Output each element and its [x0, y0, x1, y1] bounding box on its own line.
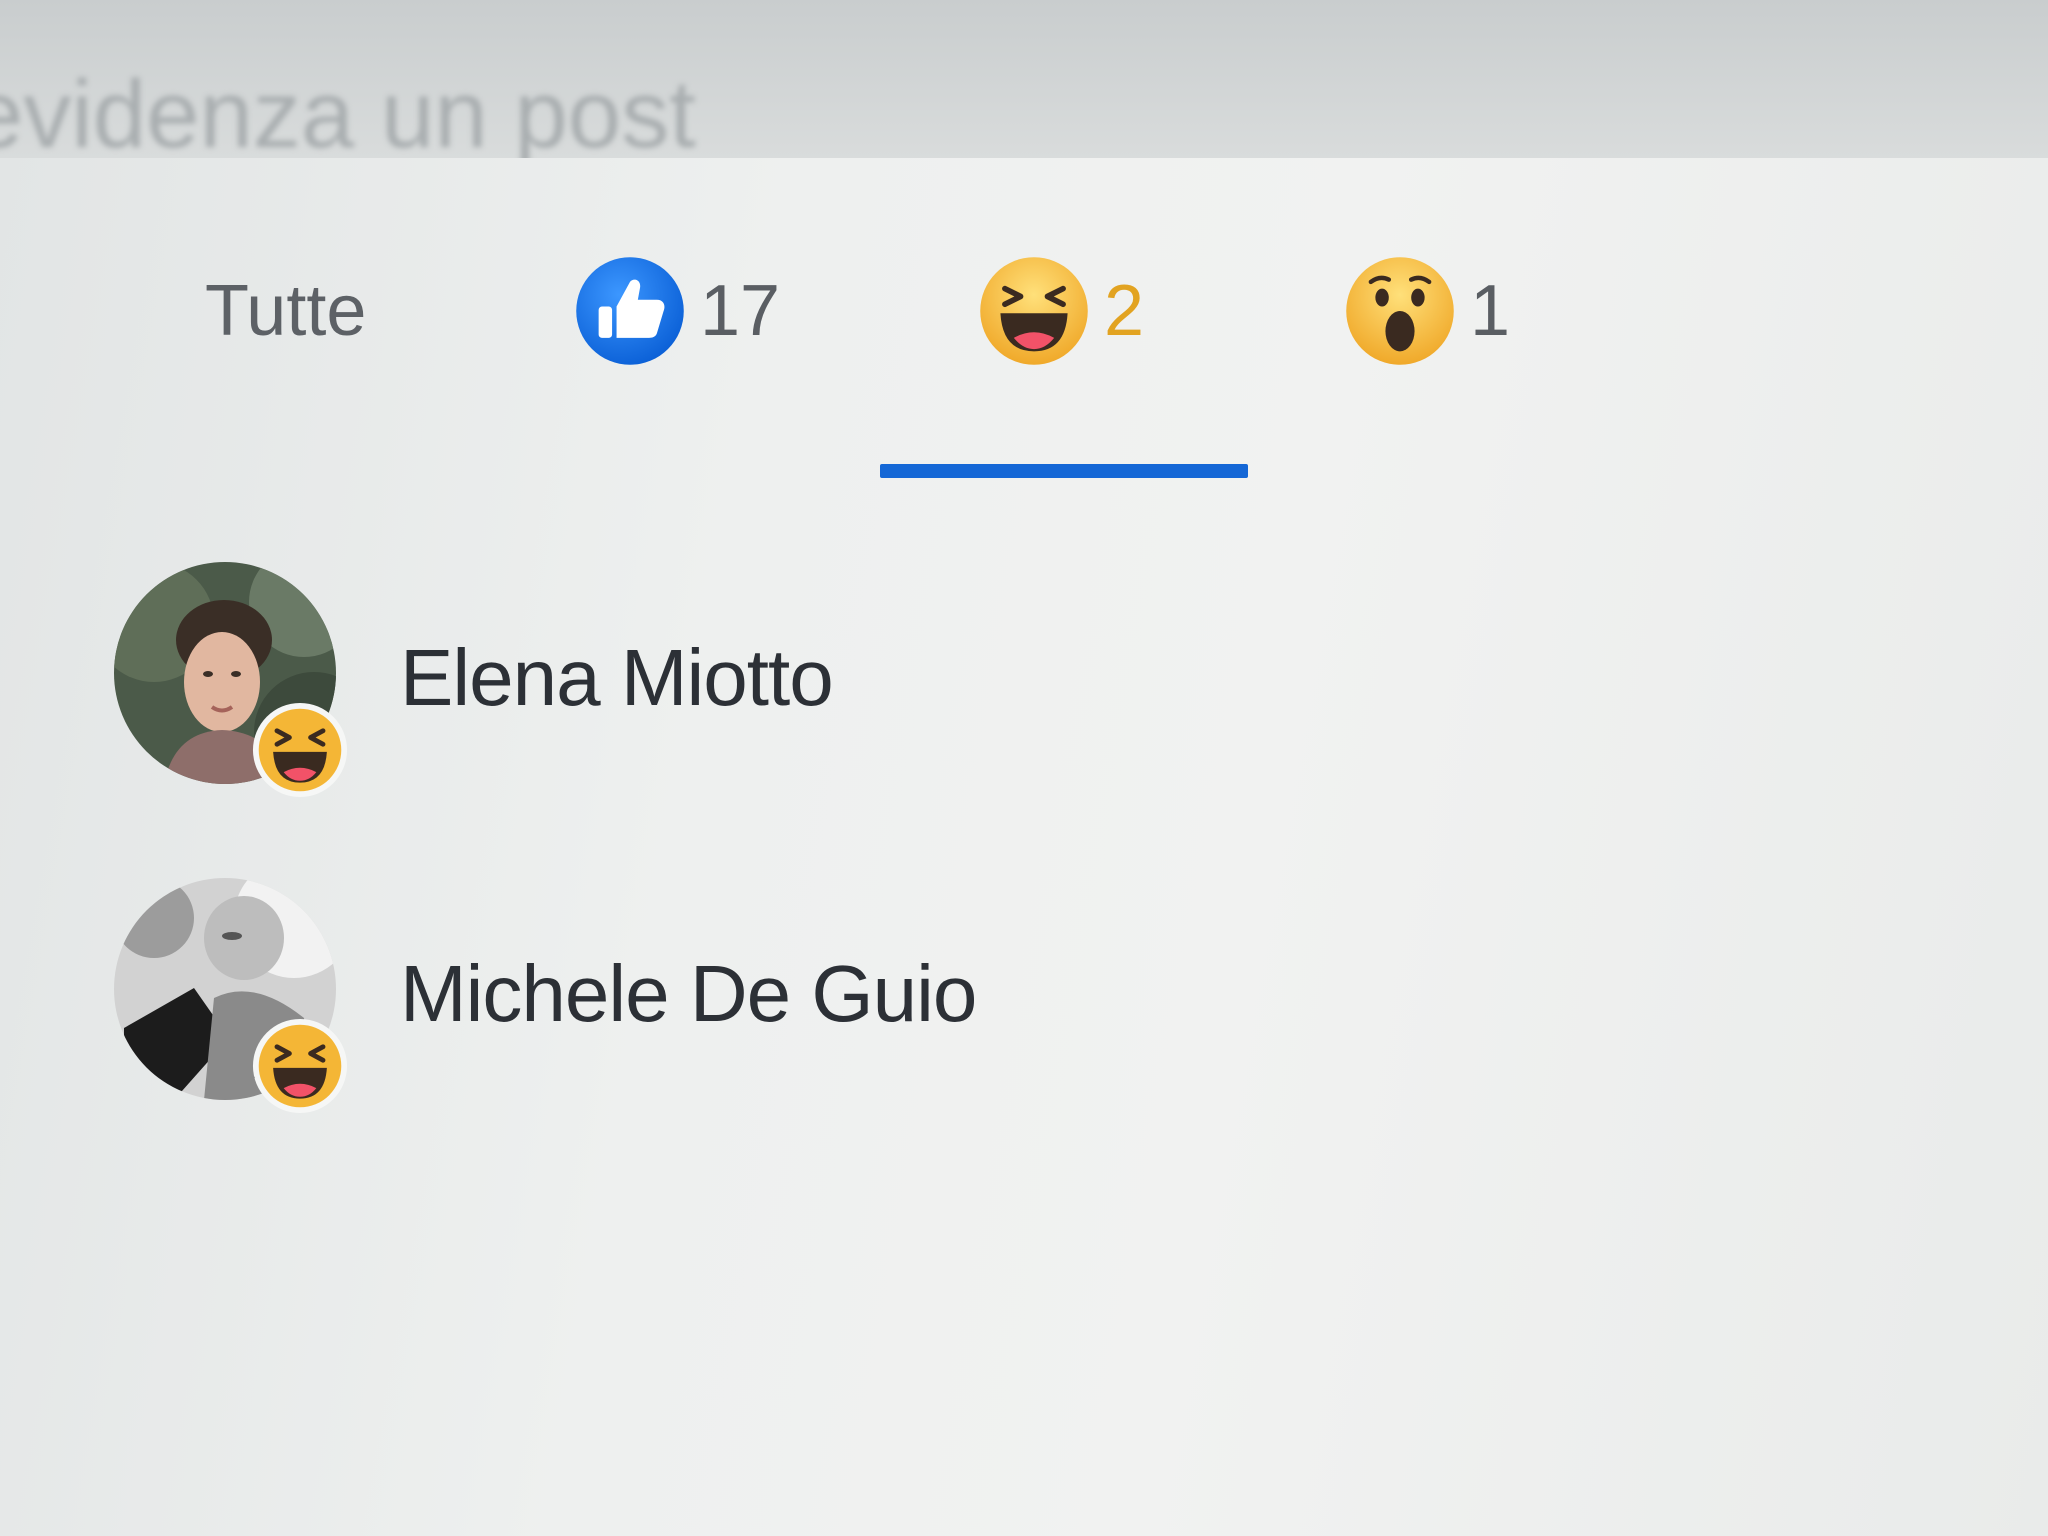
tab-haha[interactable]: 2: [978, 246, 1144, 376]
wow-icon: [1346, 257, 1454, 365]
haha-icon: [980, 257, 1088, 365]
list-item[interactable]: Michele De Guio: [110, 878, 1610, 1118]
haha-count: 2: [1104, 271, 1145, 351]
person-name[interactable]: Elena Miotto: [400, 632, 834, 724]
screen: evidenza un post Tutte 17 2 1 Elena Miot…: [0, 0, 2048, 1536]
avatar-wrap: [110, 878, 350, 1118]
wow-count: 1: [1470, 271, 1511, 351]
tab-all-label: Tutte: [205, 271, 367, 351]
like-count: 17: [700, 271, 781, 351]
background-header: evidenza un post: [0, 0, 2048, 168]
person-name[interactable]: Michele De Guio: [400, 948, 977, 1040]
haha-icon: [252, 1018, 348, 1114]
avatar-wrap: [110, 562, 350, 802]
tab-all[interactable]: Tutte: [205, 246, 366, 376]
reactions-dialog: Tutte 17 2 1 Elena Miotto Michele De Gui…: [0, 158, 2048, 1536]
background-header-text: evidenza un post: [0, 61, 696, 168]
reaction-tabs: Tutte 17 2 1: [0, 158, 2048, 478]
list-item[interactable]: Elena Miotto: [110, 562, 1610, 802]
selected-tab-indicator: [880, 464, 1248, 478]
tab-wow[interactable]: 1: [1344, 246, 1510, 376]
tab-like[interactable]: 17: [574, 246, 780, 376]
like-icon: [576, 257, 684, 365]
haha-icon: [252, 702, 348, 798]
